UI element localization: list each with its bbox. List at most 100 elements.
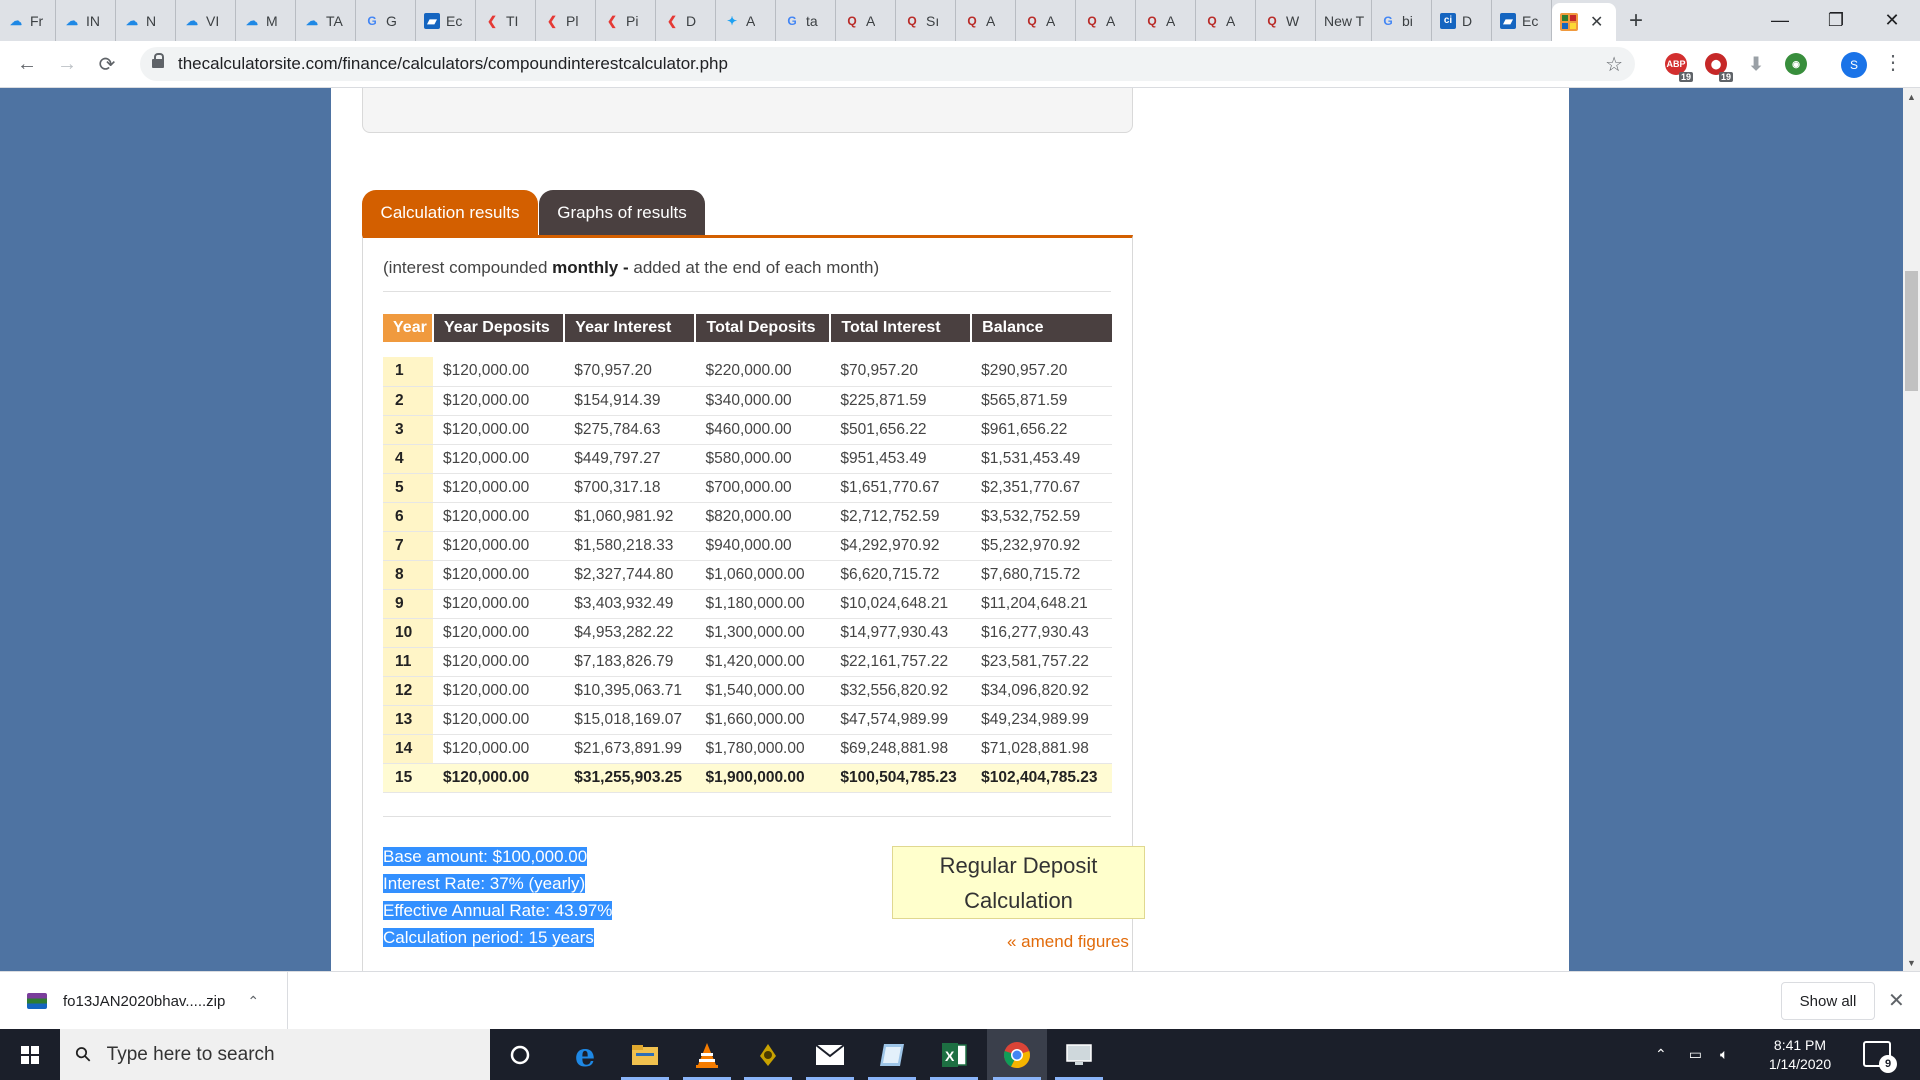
scroll-down-arrow-icon[interactable]: ▼ xyxy=(1903,954,1920,971)
value-cell: $120,000.00 xyxy=(433,415,565,445)
value-cell: $700,000.00 xyxy=(695,473,831,503)
value-cell: $1,420,000.00 xyxy=(695,647,831,677)
chevron-left-icon: ❮ xyxy=(666,13,678,28)
notes-app-icon[interactable] xyxy=(862,1029,922,1080)
browser-tab[interactable]: QA xyxy=(1136,0,1196,41)
table-row: 11 $120,000.00 $7,183,826.79 $1,420,000.00 $… xyxy=(383,647,1112,677)
tabs-container: ☁ Fr ☁ IN ☁ N ☁ VI ☁ M ☁ TA G G ▰ Ec ❮ TI ❮ Pl ❮ Pi ❮ D ✦ A Gta Q A Q… xyxy=(0,0,1552,41)
quora-icon: Q xyxy=(1147,13,1157,28)
forward-button[interactable]: → xyxy=(52,49,82,79)
file-explorer-icon[interactable] xyxy=(615,1029,675,1080)
taskbar-clock[interactable]: 8:41 PM 1/14/2020 xyxy=(1755,1036,1845,1074)
mail-icon[interactable] xyxy=(800,1029,860,1080)
doc-icon: ▰ xyxy=(424,12,440,29)
summary-block: Base amount: $100,000.00 Interest Rate: 3… xyxy=(383,843,613,951)
tab-title: Fr xyxy=(30,12,44,29)
close-window-button[interactable]: ✕ xyxy=(1864,0,1920,41)
tab-calculation-results[interactable]: Calculation results xyxy=(362,190,538,235)
browser-tab[interactable]: ▰ Ec xyxy=(416,0,476,41)
notification-count: 9 xyxy=(1879,1055,1897,1073)
chevron-up-icon[interactable]: ⌃ xyxy=(247,993,259,1010)
excel-icon[interactable]: X xyxy=(924,1029,984,1080)
quora-icon: Q xyxy=(1207,13,1217,28)
browser-tab[interactable]: ☁ IN xyxy=(56,0,116,41)
address-bar[interactable]: thecalculatorsite.com/finance/calculator… xyxy=(140,47,1635,81)
browser-tab[interactable]: ☁ M xyxy=(236,0,296,41)
download-arrow-icon[interactable]: ⬇ xyxy=(1745,53,1767,75)
adblock-icon[interactable]: ABP 19 xyxy=(1665,53,1693,82)
show-all-button[interactable]: Show all xyxy=(1781,982,1875,1020)
browser-tab[interactable]: QW xyxy=(1256,0,1316,41)
browser-tab[interactable]: ▰ Ec xyxy=(1492,0,1552,41)
year-cell: 10 xyxy=(383,618,433,648)
value-cell: $47,574,989.99 xyxy=(830,705,972,735)
taskbar-search-placeholder[interactable]: Type here to search xyxy=(107,1044,275,1066)
browser-tab[interactable]: ☁ TA xyxy=(296,0,356,41)
maximize-button[interactable]: ❐ xyxy=(1808,0,1864,41)
profile-avatar[interactable]: S xyxy=(1841,52,1867,78)
vlc-icon[interactable] xyxy=(677,1029,737,1080)
browser-tab[interactable]: Gta xyxy=(776,0,836,41)
notification-center-icon[interactable]: 9 xyxy=(1863,1041,1897,1073)
volume-icon[interactable]: 🔈︎ xyxy=(1720,1046,1728,1063)
browser-tab[interactable]: ❮ Pi xyxy=(596,0,656,41)
svg-text:X: X xyxy=(945,1048,955,1064)
download-item[interactable]: fo13JAN2020bhav.....zip ⌃ xyxy=(0,972,288,1030)
tab-title: ta xyxy=(806,12,818,29)
badge: 19 xyxy=(1678,72,1693,82)
browser-tab[interactable]: QA xyxy=(1016,0,1076,41)
start-button[interactable] xyxy=(0,1029,60,1080)
summary-line: Base amount: $100,000.00 xyxy=(383,843,612,870)
archive-file-icon xyxy=(27,993,47,1009)
app-icon[interactable] xyxy=(738,1029,798,1080)
browser-tab[interactable]: Gbi xyxy=(1372,0,1432,41)
remote-desktop-icon[interactable] xyxy=(1049,1029,1109,1080)
browser-tab[interactable]: ☁ Fr xyxy=(0,0,56,41)
browser-tab[interactable]: Q Sı xyxy=(896,0,956,41)
globe-extension-icon[interactable]: ◉ xyxy=(1785,53,1807,75)
page-scrollbar[interactable]: ▲ ▼ xyxy=(1903,88,1920,971)
browser-tab[interactable]: ❮ TI xyxy=(476,0,536,41)
results-panel: (interest compounded monthly - added at … xyxy=(362,235,1145,971)
close-tab-icon[interactable]: ✕ xyxy=(1590,12,1603,32)
browser-tab[interactable]: ✦ A xyxy=(716,0,776,41)
browser-tab[interactable]: QA xyxy=(836,0,896,41)
scroll-up-arrow-icon[interactable]: ▲ xyxy=(1903,88,1920,105)
bookmark-star-icon[interactable]: ☆ xyxy=(1605,52,1623,77)
spacer-cell xyxy=(383,342,1112,357)
value-cell: $120,000.00 xyxy=(433,473,565,503)
reload-button[interactable]: ⟳ xyxy=(92,49,122,79)
edge-icon[interactable]: e xyxy=(555,1029,615,1080)
minimize-button[interactable]: — xyxy=(1752,0,1808,41)
browser-tab[interactable]: ci D xyxy=(1432,0,1492,41)
download-filename[interactable]: fo13JAN2020bhav.....zip xyxy=(63,993,225,1010)
browser-tab[interactable]: QA xyxy=(1076,0,1136,41)
amend-figures-link[interactable]: « amend figures xyxy=(1007,932,1129,952)
taskbar-search-box[interactable]: ⚲ Type here to search xyxy=(60,1029,490,1080)
table-row: 10 $120,000.00 $4,953,282.22 $1,300,000.00 $… xyxy=(383,618,1112,648)
browser-tab[interactable]: QA xyxy=(1196,0,1256,41)
extension-red-icon[interactable]: ⬤ 19 xyxy=(1705,53,1733,82)
ci-icon: ci xyxy=(1440,12,1456,29)
calculator-form-box xyxy=(362,88,1133,133)
browser-tab[interactable]: ❮ Pl xyxy=(536,0,596,41)
tab-active[interactable]: ✕ xyxy=(1552,3,1616,41)
cortana-icon[interactable] xyxy=(490,1029,550,1080)
battery-icon[interactable]: ▭ xyxy=(1689,1046,1702,1063)
scroll-thumb[interactable] xyxy=(1905,271,1918,391)
browser-tab[interactable]: New T xyxy=(1316,0,1372,41)
chrome-icon[interactable] xyxy=(987,1029,1047,1080)
chevron-up-icon[interactable]: ⌃ xyxy=(1655,1046,1667,1063)
close-shelf-icon[interactable]: ✕ xyxy=(1888,988,1905,1013)
new-tab-button[interactable]: + xyxy=(1616,0,1656,41)
browser-tab[interactable]: ❮ D xyxy=(656,0,716,41)
browser-tab[interactable]: GG xyxy=(356,0,416,41)
browser-tab[interactable]: QA xyxy=(956,0,1016,41)
browser-menu-icon[interactable]: ⋮ xyxy=(1883,50,1903,75)
browser-tab[interactable]: ☁ VI xyxy=(176,0,236,41)
browser-tab[interactable]: ☁ N xyxy=(116,0,176,41)
value-cell: $580,000.00 xyxy=(695,444,831,474)
tab-graphs-of-results[interactable]: Graphs of results xyxy=(539,190,705,235)
back-button[interactable]: ← xyxy=(12,49,42,79)
url-text[interactable]: thecalculatorsite.com/finance/calculator… xyxy=(178,54,728,74)
